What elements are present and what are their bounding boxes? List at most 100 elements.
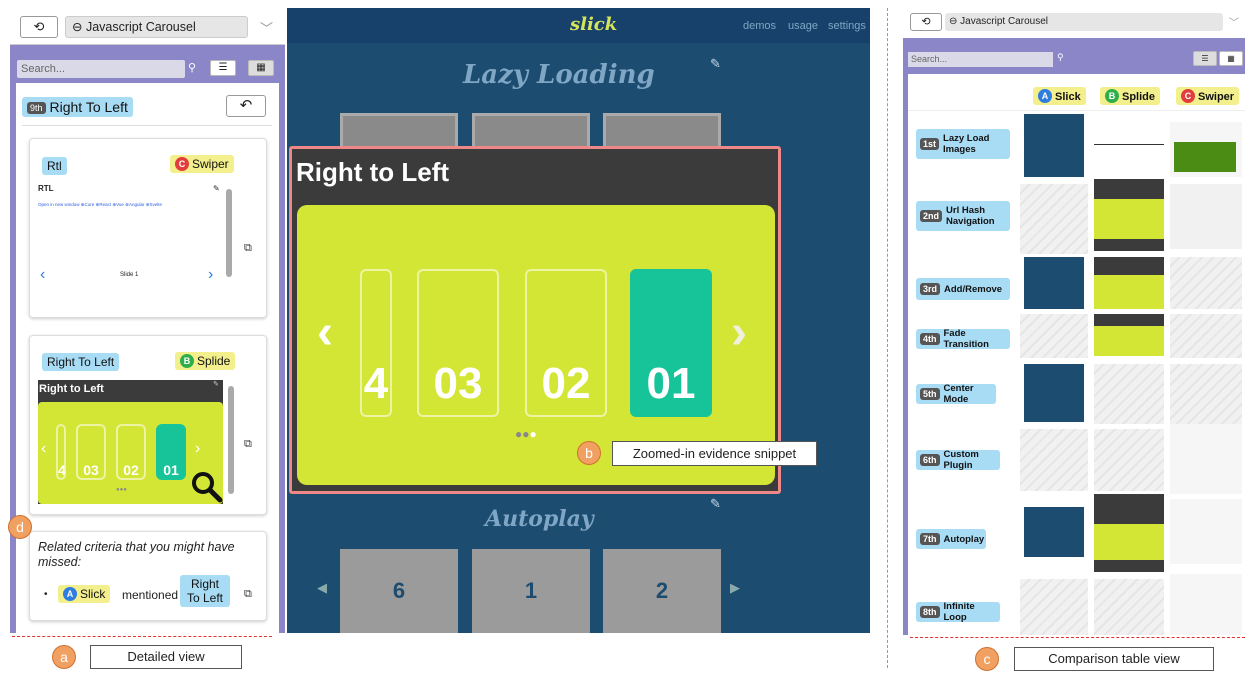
row-label-custom-plugin[interactable]: 6th Custom Plugin	[916, 449, 1000, 471]
zoom-title: Right to Left	[296, 157, 450, 187]
callout-c: c	[975, 647, 999, 671]
empty-cell	[1020, 579, 1088, 635]
pin-icon[interactable]: ✎	[710, 496, 721, 512]
criterion-title: 9th Right To Left	[22, 97, 133, 117]
pagination-dots[interactable]: ●●●	[515, 427, 537, 441]
open-external-icon[interactable]: ⧉	[244, 588, 252, 601]
open-external-icon[interactable]: ⧉	[244, 242, 252, 255]
grid-view-button[interactable]: ▦	[248, 60, 274, 76]
topic-dropdown-value: Javascript Carousel	[960, 16, 1048, 27]
mentioned-text: mentioned	[122, 588, 179, 602]
empty-cell	[1020, 314, 1088, 358]
history-icon: ⟲	[33, 19, 45, 34]
list-view-button[interactable]: ☰	[1193, 51, 1217, 66]
list-view-button[interactable]: ☰	[210, 60, 236, 76]
history-icon: ⟲	[921, 16, 931, 28]
row-label-fade[interactable]: 4th Fade Transition	[916, 328, 1010, 350]
callout-c-label: Comparison table view	[1014, 647, 1214, 671]
history-button[interactable]: ⟲	[20, 16, 58, 38]
topic-dropdown[interactable]: ⊖ Javascript Carousel	[945, 13, 1223, 31]
dashed-separator	[12, 636, 272, 637]
bullet: •	[44, 589, 48, 600]
evidence-thumb[interactable]	[1170, 184, 1242, 249]
related-criterion-tag[interactable]: Right To Left	[180, 575, 230, 607]
evidence-thumb[interactable]	[1024, 507, 1084, 557]
row-label-url-hash[interactable]: 2nd Url Hash Navigation	[916, 201, 1010, 231]
evidence-thumb[interactable]	[1170, 122, 1242, 177]
empty-cell	[1020, 429, 1088, 491]
slide-active: 01	[630, 269, 712, 417]
open-external-icon[interactable]: ⧉	[244, 438, 252, 451]
callout-d: d	[8, 515, 32, 539]
slide-text: Slide 1	[120, 272, 139, 278]
next-arrow-icon[interactable]: ›	[731, 305, 747, 360]
chevron-down-icon[interactable]: ﹀	[260, 18, 273, 37]
search-icon[interactable]: ⚲	[1057, 52, 1064, 63]
callout-b: b	[577, 441, 601, 465]
slide: 02	[525, 269, 607, 417]
column-header-splide[interactable]: B Splide	[1100, 87, 1161, 105]
pagination-dots: ●●●	[116, 487, 127, 493]
evidence-thumb[interactable]	[1094, 144, 1164, 145]
slide: 4	[56, 424, 66, 480]
snippet-scrollbar[interactable]	[228, 386, 234, 494]
autoplay-slide: 6	[340, 549, 458, 633]
column-header-slick[interactable]: A Slick	[1033, 87, 1086, 105]
topic-dropdown-value: Javascript Carousel	[85, 20, 196, 34]
evidence-thumb[interactable]	[1024, 114, 1084, 177]
search-icon[interactable]: ⚲	[188, 61, 196, 74]
evidence-thumb[interactable]	[1094, 494, 1164, 572]
autoplay-slide: 2	[603, 549, 721, 633]
next-arrow-icon[interactable]: ▶	[730, 580, 740, 596]
evidence-card-splide: Right To Left B Splide Right to Left ✎ ‹ …	[29, 335, 267, 515]
section-heading-lazy-loading: Lazy Loading	[463, 60, 655, 90]
chevron-down-icon[interactable]: ﹀	[1229, 14, 1239, 29]
prev-arrow-icon[interactable]: ‹	[317, 305, 333, 360]
next-arrow-icon: ›	[208, 266, 214, 283]
nav-demos[interactable]: demos	[743, 20, 776, 32]
slide: 02	[116, 424, 146, 480]
evidence-thumb[interactable]	[1170, 499, 1242, 564]
criterion-label: Right To Left	[49, 99, 128, 115]
pin-icon: ✎	[213, 184, 220, 193]
evidence-thumb[interactable]	[1024, 257, 1084, 309]
snippet-scrollbar[interactable]	[226, 189, 232, 277]
search-input[interactable]: Search...	[17, 60, 185, 78]
evidence-thumb[interactable]	[1094, 257, 1164, 309]
evidence-thumb[interactable]	[1024, 364, 1084, 422]
criterion-tag: Right To Left	[42, 353, 120, 371]
column-header-swiper[interactable]: C Swiper	[1176, 87, 1240, 105]
topic-dropdown[interactable]: ⊖ Javascript Carousel	[65, 16, 248, 38]
nav-settings[interactable]: settings	[828, 20, 866, 32]
evidence-thumb[interactable]	[1170, 424, 1242, 494]
prev-arrow-icon: ‹	[40, 266, 46, 283]
next-arrow-icon: ›	[195, 440, 201, 457]
row-label-autoplay[interactable]: 7th Autoplay	[916, 529, 986, 549]
row-label-add-remove[interactable]: 3rd Add/Remove	[916, 278, 1010, 300]
divider	[22, 125, 272, 126]
evidence-thumb[interactable]	[1094, 179, 1164, 251]
evidence-thumb[interactable]	[1170, 574, 1242, 635]
library-letter-badge: B	[180, 354, 194, 368]
comparison-grid: A Slick B Splide C Swiper 1st Lazy Load Imag…	[908, 74, 1245, 635]
row-label-lazy-load[interactable]: 1st Lazy Load Images	[916, 129, 1010, 159]
magnifier-icon	[190, 470, 223, 503]
history-button[interactable]: ⟲	[910, 13, 942, 31]
criterion-tag: Rtl	[42, 157, 67, 175]
snippet-links: Open in new window ⊕Core ⊕React ⊕Vue ⊕An…	[38, 202, 162, 207]
row-label-infinite-loop[interactable]: 8th Infinite Loop	[916, 601, 1000, 623]
prev-arrow-icon[interactable]: ◀	[317, 580, 327, 596]
grid-view-button[interactable]: ▦	[1219, 51, 1243, 66]
empty-cell	[1094, 364, 1164, 424]
doc-top-bar: slick demos usage settings	[287, 8, 870, 43]
pin-icon[interactable]: ✎	[710, 56, 721, 72]
row-label-center-mode[interactable]: 5th Center Mode	[916, 383, 996, 405]
right-top-bar: ⟲ ⊖ Javascript Carousel ﹀	[903, 8, 1245, 38]
nav-usage[interactable]: usage	[788, 20, 818, 32]
library-tag-slick[interactable]: A Slick	[58, 585, 111, 603]
evidence-thumb[interactable]	[1094, 314, 1164, 356]
back-button[interactable]: ↶	[226, 95, 266, 117]
search-input[interactable]: Search...	[908, 52, 1053, 67]
dashed-separator	[887, 8, 888, 668]
evidence-snippet[interactable]: RTL ✎ Open in new window ⊕Core ⊕React ⊕V…	[38, 184, 226, 309]
